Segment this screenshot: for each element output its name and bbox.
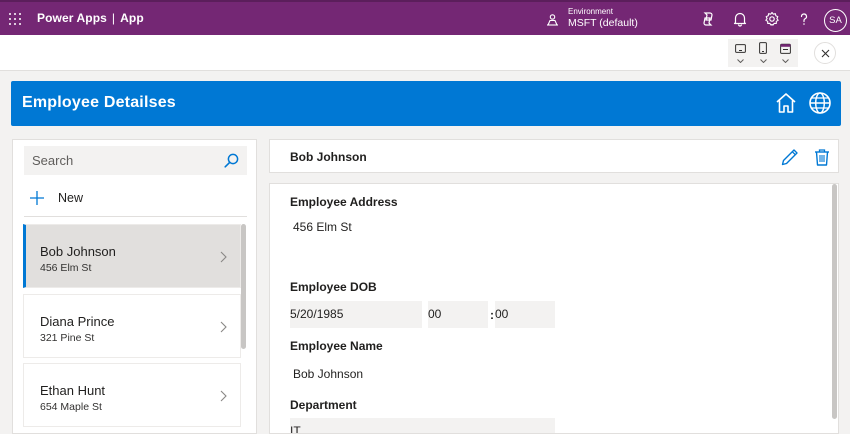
employee-list-panel: New Bob Johnson 456 Elm St Diana Prince … [12, 139, 257, 434]
form-scrollbar[interactable] [832, 184, 837, 419]
new-button[interactable]: New [29, 188, 83, 208]
brand-separator: | [111, 11, 116, 25]
page-title: Employee Detailses [22, 94, 176, 111]
tablet-preview-button[interactable] [729, 39, 751, 67]
app-name: App [120, 11, 144, 25]
list-item-name: Bob Johnson [40, 244, 116, 259]
name-label: Employee Name [290, 339, 383, 353]
detail-header: Bob Johnson [269, 139, 839, 173]
command-bar [0, 35, 850, 71]
gear-icon[interactable] [764, 11, 780, 27]
phone-icon [759, 42, 767, 54]
waffle-icon[interactable] [9, 13, 21, 25]
avatar[interactable]: SA [824, 9, 847, 32]
phone-preview-button[interactable] [752, 39, 774, 67]
form-scrollbar-thumb[interactable] [832, 184, 837, 419]
calendar-icon [780, 43, 791, 54]
environment-label: Environment [568, 7, 613, 16]
top-bar: Power Apps | App Environment MSFT (default… [0, 0, 850, 35]
globe-icon[interactable] [808, 91, 832, 115]
search-input[interactable] [32, 146, 217, 175]
divider [24, 216, 247, 217]
department-field[interactable]: IT [290, 418, 555, 434]
app-brand: Power Apps | App [37, 11, 144, 25]
dob-time-colon: : [490, 308, 494, 322]
chevron-right-icon [220, 321, 227, 333]
bell-icon[interactable] [732, 11, 748, 27]
list-item-address: 321 Pine St [40, 332, 95, 344]
dob-date-picker[interactable]: 5/20/1985 [290, 301, 422, 328]
detail-form: Employee Address 456 Elm St Employee DOB… [269, 183, 839, 434]
close-button[interactable] [814, 42, 836, 64]
edit-icon[interactable] [780, 147, 800, 167]
list-item-address: 654 Maple St [40, 401, 102, 413]
close-icon [821, 49, 830, 58]
calendar-preview-button[interactable] [774, 39, 796, 67]
dob-label: Employee DOB [290, 280, 377, 294]
chevron-down-icon [760, 59, 767, 63]
new-button-label: New [58, 191, 84, 205]
detail-title: Bob Johnson [290, 150, 367, 164]
home-icon[interactable] [774, 91, 798, 115]
address-label: Employee Address [290, 195, 398, 209]
dob-minute-dropdown[interactable]: 00 [495, 301, 555, 328]
device-preview-group [728, 39, 798, 67]
trash-icon[interactable] [812, 147, 832, 167]
app-header: Employee Detailses [11, 81, 841, 126]
help-icon[interactable] [796, 11, 812, 27]
app-canvas: Employee Detailses New [0, 72, 850, 434]
employee-list: Bob Johnson 456 Elm St Diana Prince 321 … [23, 224, 241, 434]
chevron-right-icon [220, 390, 227, 402]
list-item-name: Ethan Hunt [40, 383, 106, 398]
address-value: 456 Elm St [293, 220, 352, 234]
environment-name[interactable]: MSFT (default) [568, 17, 638, 30]
list-item-address: 456 Elm St [40, 262, 92, 274]
environment-icon[interactable] [546, 13, 559, 26]
list-item[interactable]: Bob Johnson 456 Elm St [23, 224, 241, 288]
list-scrollbar-thumb[interactable] [241, 224, 246, 349]
tablet-icon [735, 44, 746, 53]
list-item[interactable]: Diana Prince 321 Pine St [23, 294, 241, 358]
chevron-down-icon [782, 59, 789, 63]
brand-name: Power Apps [37, 11, 107, 25]
search-box [24, 146, 247, 175]
department-label: Department [290, 398, 357, 412]
name-value: Bob Johnson [293, 367, 364, 381]
chevron-right-icon [220, 251, 227, 263]
chevron-down-icon [737, 59, 744, 63]
plus-icon [30, 191, 44, 205]
dob-hour-dropdown[interactable]: 00 [428, 301, 488, 328]
search-icon[interactable] [224, 153, 239, 168]
list-scrollbar[interactable] [241, 224, 246, 434]
copilot-icon[interactable] [700, 11, 716, 27]
department-value: IT [290, 424, 301, 434]
list-item-name: Diana Prince [40, 314, 115, 329]
list-item[interactable]: Ethan Hunt 654 Maple St [23, 363, 241, 427]
